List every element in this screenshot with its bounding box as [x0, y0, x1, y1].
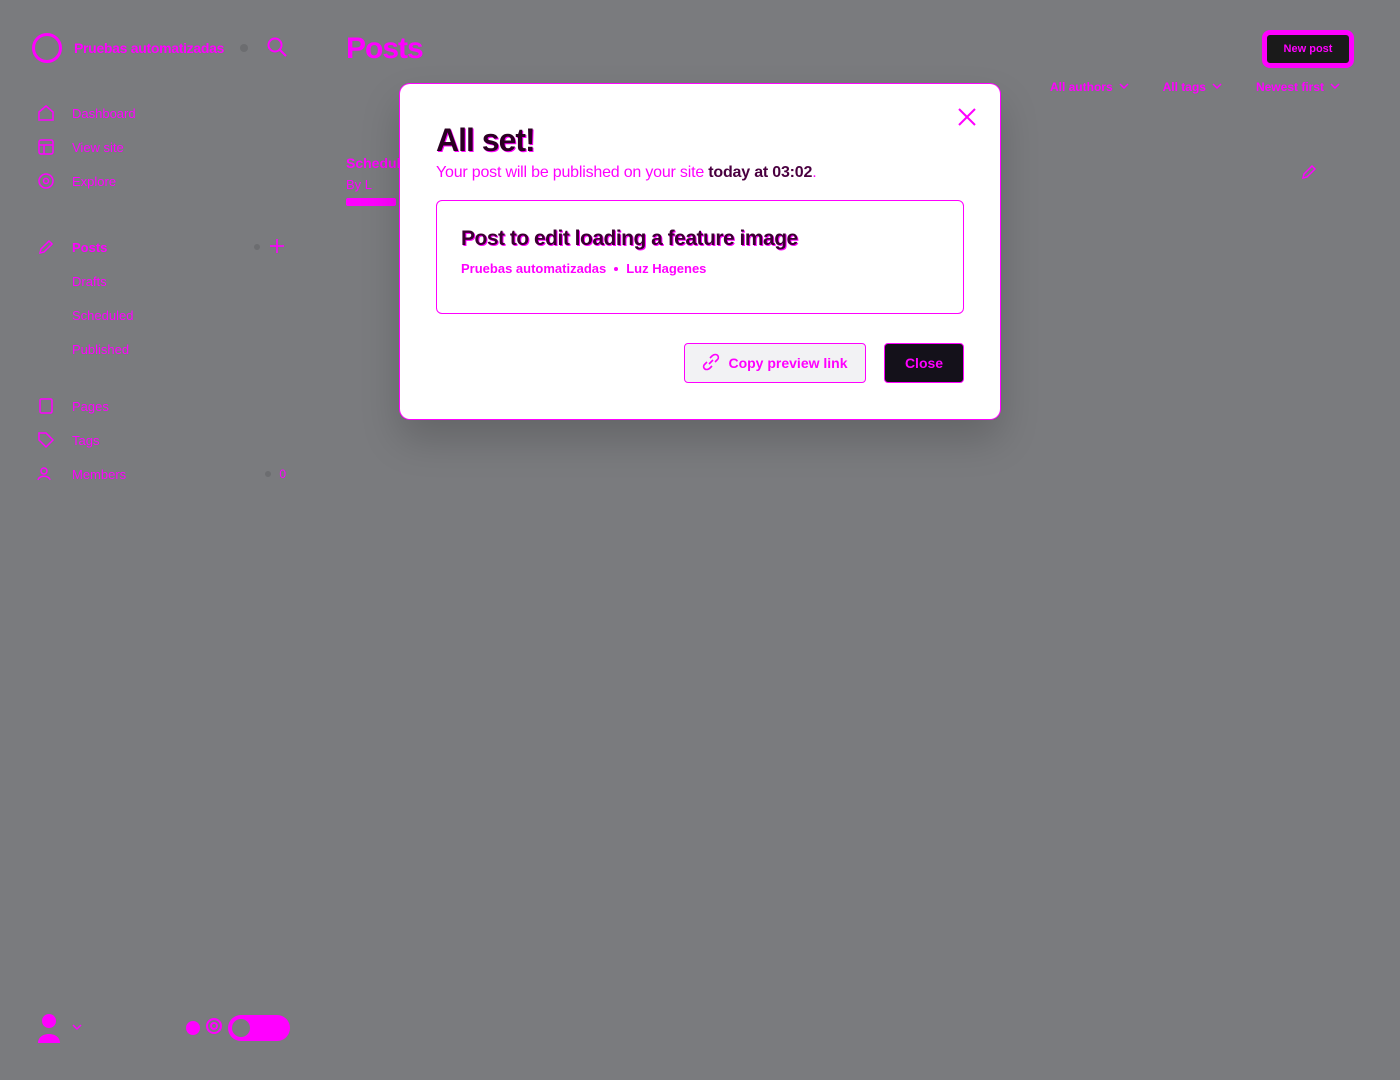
- filter-tags[interactable]: All tags: [1163, 80, 1222, 94]
- sidebar-item-posts[interactable]: Posts: [36, 230, 286, 264]
- modal-description: Your post will be published on your site…: [436, 164, 964, 182]
- post-row-status-bar: [346, 198, 396, 206]
- modal-title: All set!: [436, 122, 536, 158]
- page-icon: [36, 396, 56, 416]
- sidebar-item-published[interactable]: Published: [36, 332, 286, 366]
- status-dot: [240, 44, 249, 52]
- members-icon: [36, 464, 56, 484]
- view-site-icon: [36, 137, 56, 157]
- filter-label: Newest first: [1255, 80, 1324, 94]
- sidebar-item-label: Pages: [72, 398, 109, 414]
- filter-label: All tags: [1162, 80, 1206, 94]
- copy-preview-link-button[interactable]: Copy preview link: [684, 343, 866, 383]
- nav-secondary: Pages Tags Members 0: [36, 389, 286, 491]
- sidebar-item-label: Members: [72, 466, 127, 482]
- sidebar-item-tags[interactable]: Tags: [36, 423, 286, 457]
- desc-prefix: Your post will be published on your site: [436, 164, 709, 181]
- sidebar-item-label: Explore: [72, 173, 117, 189]
- post-title: Post to edit loading a feature image: [461, 227, 798, 250]
- home-icon: [36, 103, 56, 123]
- meta-separator: [614, 266, 619, 271]
- chevron-down-icon: [1330, 80, 1340, 94]
- indicator-dot: [265, 471, 272, 477]
- edit-icon[interactable]: [1300, 163, 1318, 181]
- add-post-icon[interactable]: [268, 237, 286, 258]
- chevron-down-icon: [1119, 80, 1129, 94]
- close-button[interactable]: Close: [884, 343, 964, 383]
- modal-actions: Copy preview link Close: [684, 343, 964, 383]
- chevron-down-icon: [1212, 80, 1222, 94]
- publish-success-modal: All set! Your post will be published on …: [400, 84, 1000, 419]
- filter-sort[interactable]: Newest first: [1256, 80, 1340, 94]
- filter-bar: All authors All tags Newest first: [1050, 80, 1340, 94]
- post-site: Pruebas automatizadas: [461, 261, 607, 276]
- close-button-label: Close: [904, 355, 944, 371]
- site-name: Pruebas automatizadas: [74, 40, 225, 56]
- sidebar-footer: [36, 1010, 290, 1046]
- status-dot: [186, 1021, 200, 1035]
- tag-icon: [36, 430, 56, 450]
- site-logo: [32, 33, 62, 63]
- search-icon[interactable]: [266, 36, 290, 60]
- desc-suffix: .: [812, 164, 817, 181]
- dark-mode-toggle[interactable]: [228, 1015, 290, 1041]
- sidebar-item-explore[interactable]: Explore: [36, 164, 286, 198]
- sidebar-item-dashboard[interactable]: Dashboard: [36, 96, 286, 130]
- post-meta: Pruebas automatizadas Luz Hagenes: [461, 261, 939, 276]
- user-avatar-icon[interactable]: [36, 1011, 62, 1045]
- nav-main: Dashboard View site Explore: [36, 96, 286, 198]
- sidebar-item-view-site[interactable]: View site: [36, 130, 286, 164]
- filter-authors[interactable]: All authors: [1050, 80, 1129, 94]
- sidebar-item-label: Published: [72, 341, 130, 357]
- settings-icon[interactable]: [204, 1016, 224, 1041]
- explore-icon: [36, 171, 56, 191]
- sidebar-item-scheduled[interactable]: Scheduled: [36, 298, 286, 332]
- sidebar-item-drafts[interactable]: Drafts: [36, 264, 286, 298]
- link-icon: [702, 353, 720, 374]
- publish-time: today at 03:02: [708, 164, 813, 181]
- sidebar: Pruebas automatizadas Dashboard View sit…: [0, 0, 310, 1080]
- chevron-down-icon[interactable]: [72, 1019, 82, 1037]
- new-post-button[interactable]: New post: [1262, 30, 1354, 68]
- sidebar-item-members[interactable]: Members 0: [36, 457, 286, 491]
- sidebar-item-label: Drafts: [72, 273, 107, 289]
- post-author: Luz Hagenes: [626, 261, 707, 276]
- copy-preview-link-label: Copy preview link: [728, 355, 848, 371]
- sidebar-item-label: Posts: [72, 239, 108, 255]
- post-preview-card[interactable]: Post to edit loading a feature image Pru…: [436, 200, 964, 314]
- filter-label: All authors: [1049, 80, 1113, 94]
- indicator-dot: [254, 244, 260, 250]
- sidebar-item-label: View site: [72, 139, 124, 155]
- sidebar-item-label: Scheduled: [72, 307, 134, 323]
- page-title: Posts: [346, 32, 424, 65]
- sidebar-item-pages[interactable]: Pages: [36, 389, 286, 423]
- site-brand[interactable]: Pruebas automatizadas: [32, 32, 249, 64]
- sidebar-item-label: Tags: [72, 432, 100, 448]
- members-count: 0: [279, 467, 286, 481]
- nav-posts: Posts Drafts Scheduled Published: [36, 230, 286, 366]
- new-post-label: New post: [1283, 43, 1333, 55]
- close-icon[interactable]: [956, 106, 978, 128]
- pen-icon: [36, 237, 56, 257]
- sidebar-item-label: Dashboard: [72, 105, 136, 121]
